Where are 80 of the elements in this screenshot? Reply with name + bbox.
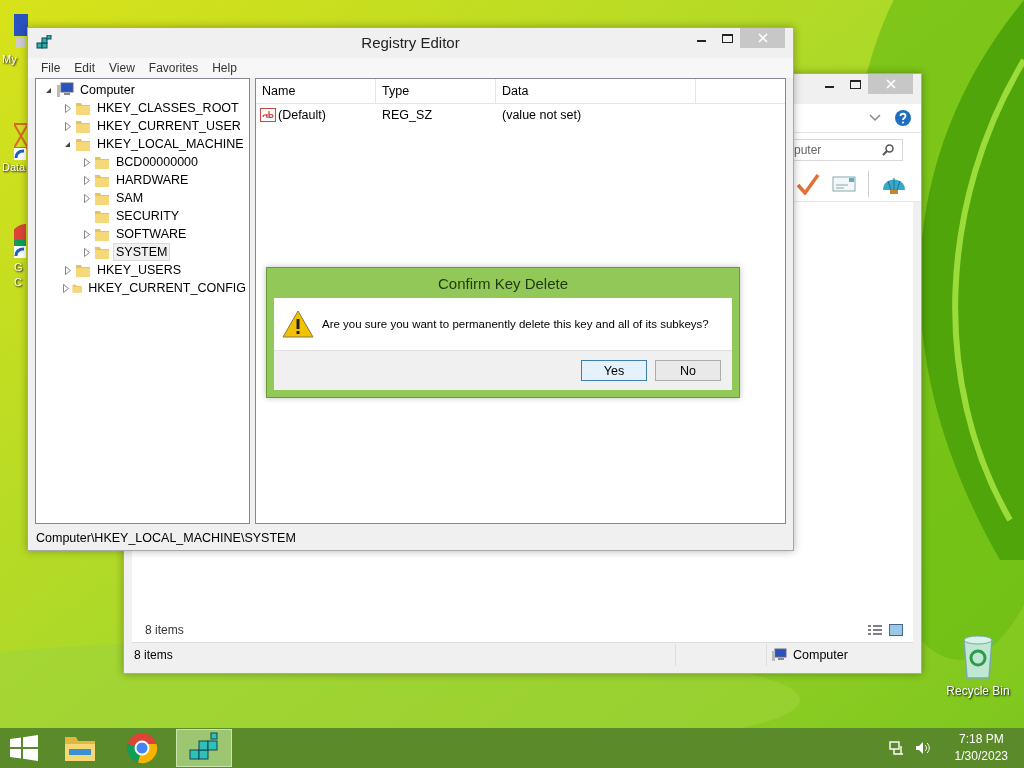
folder-icon [75,118,91,134]
desktop-icon-label: Recycle Bin [946,684,1010,699]
column-header[interactable]: Type [376,79,496,103]
collapsed-arrow-icon[interactable] [83,175,90,185]
desktop-icon-label: My [2,52,17,67]
dialog-button[interactable]: Yes [581,360,647,381]
column-header[interactable]: Name [256,79,376,103]
table-cell-text: REG_SZ [381,108,433,122]
folder-icon [94,154,110,170]
folder-icon [94,208,110,224]
collapsed-arrow-icon[interactable] [83,247,90,257]
string-value-icon [260,108,276,122]
close-icon [885,79,896,89]
expanded-arrow-icon[interactable] [45,86,52,94]
expanded-arrow-icon[interactable] [64,140,71,148]
start-windows-icon[interactable] [10,735,38,761]
registry-cubes-icon [36,35,52,51]
dialog-message: Are you sure you want to permanently delete this key and all of its subkeys? [322,318,709,330]
folder-icon [75,262,91,278]
menu-item[interactable]: File [34,61,68,75]
warning-icon [282,310,314,338]
folder-icon [94,226,110,242]
menu-item[interactable]: View [102,61,142,75]
tree-item[interactable]: SYSTEM [113,243,171,261]
collapsed-arrow-icon[interactable] [63,283,69,293]
close-icon [757,33,768,43]
chevron-down-icon[interactable] [869,114,881,122]
tree-item[interactable]: HKEY_USERS [94,261,185,279]
column-header[interactable]: Data [496,79,696,103]
folder-icon [94,172,110,188]
tree-item[interactable]: BCD00000000 [113,153,201,171]
menu-item[interactable]: Favorites [141,61,206,75]
folder-icon [94,190,110,206]
collapsed-arrow-icon[interactable] [64,103,71,113]
table-cell-text: (value not set) [501,108,583,122]
tree-item[interactable]: Computer [77,81,138,99]
collapsed-arrow-icon[interactable] [83,157,90,167]
desktop-icon-label: Data [2,160,26,175]
tree-item[interactable]: HKEY_CURRENT_CONFIG [85,279,249,297]
tree-item[interactable]: HKEY_LOCAL_MACHINE [94,135,247,153]
large-icons-view-icon[interactable] [889,624,903,636]
collapsed-arrow-icon[interactable] [83,229,90,239]
status-text: 8 items [132,644,676,666]
collapsed-arrow-icon[interactable] [83,193,90,203]
status-location: Computer [793,648,848,662]
checkmark-icon[interactable] [796,173,820,195]
tree-item[interactable]: SAM [113,189,147,207]
tree-item[interactable]: SECURITY [113,207,183,225]
card-icon[interactable] [832,175,856,193]
tree-item[interactable]: HKEY_CURRENT_USER [94,117,244,135]
table-cell: (Default) [278,108,326,122]
tree-item[interactable]: SOFTWARE [113,225,190,243]
item-count: 8 items [145,623,184,637]
details-view-icon[interactable] [867,624,883,636]
tree-item[interactable]: HKEY_CLASSES_ROOT [94,99,242,117]
clock-date[interactable]: 1/30/2023 [954,748,1008,765]
search-field[interactable]: puter [793,139,903,161]
status-text: Computer\HKEY_LOCAL_MACHINE\SYSTEM [36,531,296,545]
search-icon [882,144,894,156]
network-icon[interactable] [888,740,905,756]
computer-icon [56,82,74,98]
taskbar-button[interactable] [176,729,232,767]
computer-icon [771,648,787,662]
dialog-title: Confirm Key Delete [437,274,569,292]
menu-item[interactable]: Edit [67,61,103,75]
folder-icon [75,100,91,116]
window-title: Registry Editor [361,34,460,51]
desktop-icon-label: G [14,260,23,275]
help-icon[interactable] [895,110,911,126]
collapsed-arrow-icon[interactable] [64,265,71,275]
collapsed-arrow-icon[interactable] [64,121,71,131]
folder-icon [94,244,110,260]
chrome-icon [126,732,158,764]
folder-icon [75,136,91,152]
tree-item[interactable]: HARDWARE [113,171,192,189]
menu-item[interactable]: Help [205,61,244,75]
clock-time[interactable]: 7:18 PM [958,731,1004,748]
desktop-icon-label: C [14,275,22,290]
volume-icon[interactable] [914,740,931,756]
dialog-button[interactable]: No [655,360,721,381]
